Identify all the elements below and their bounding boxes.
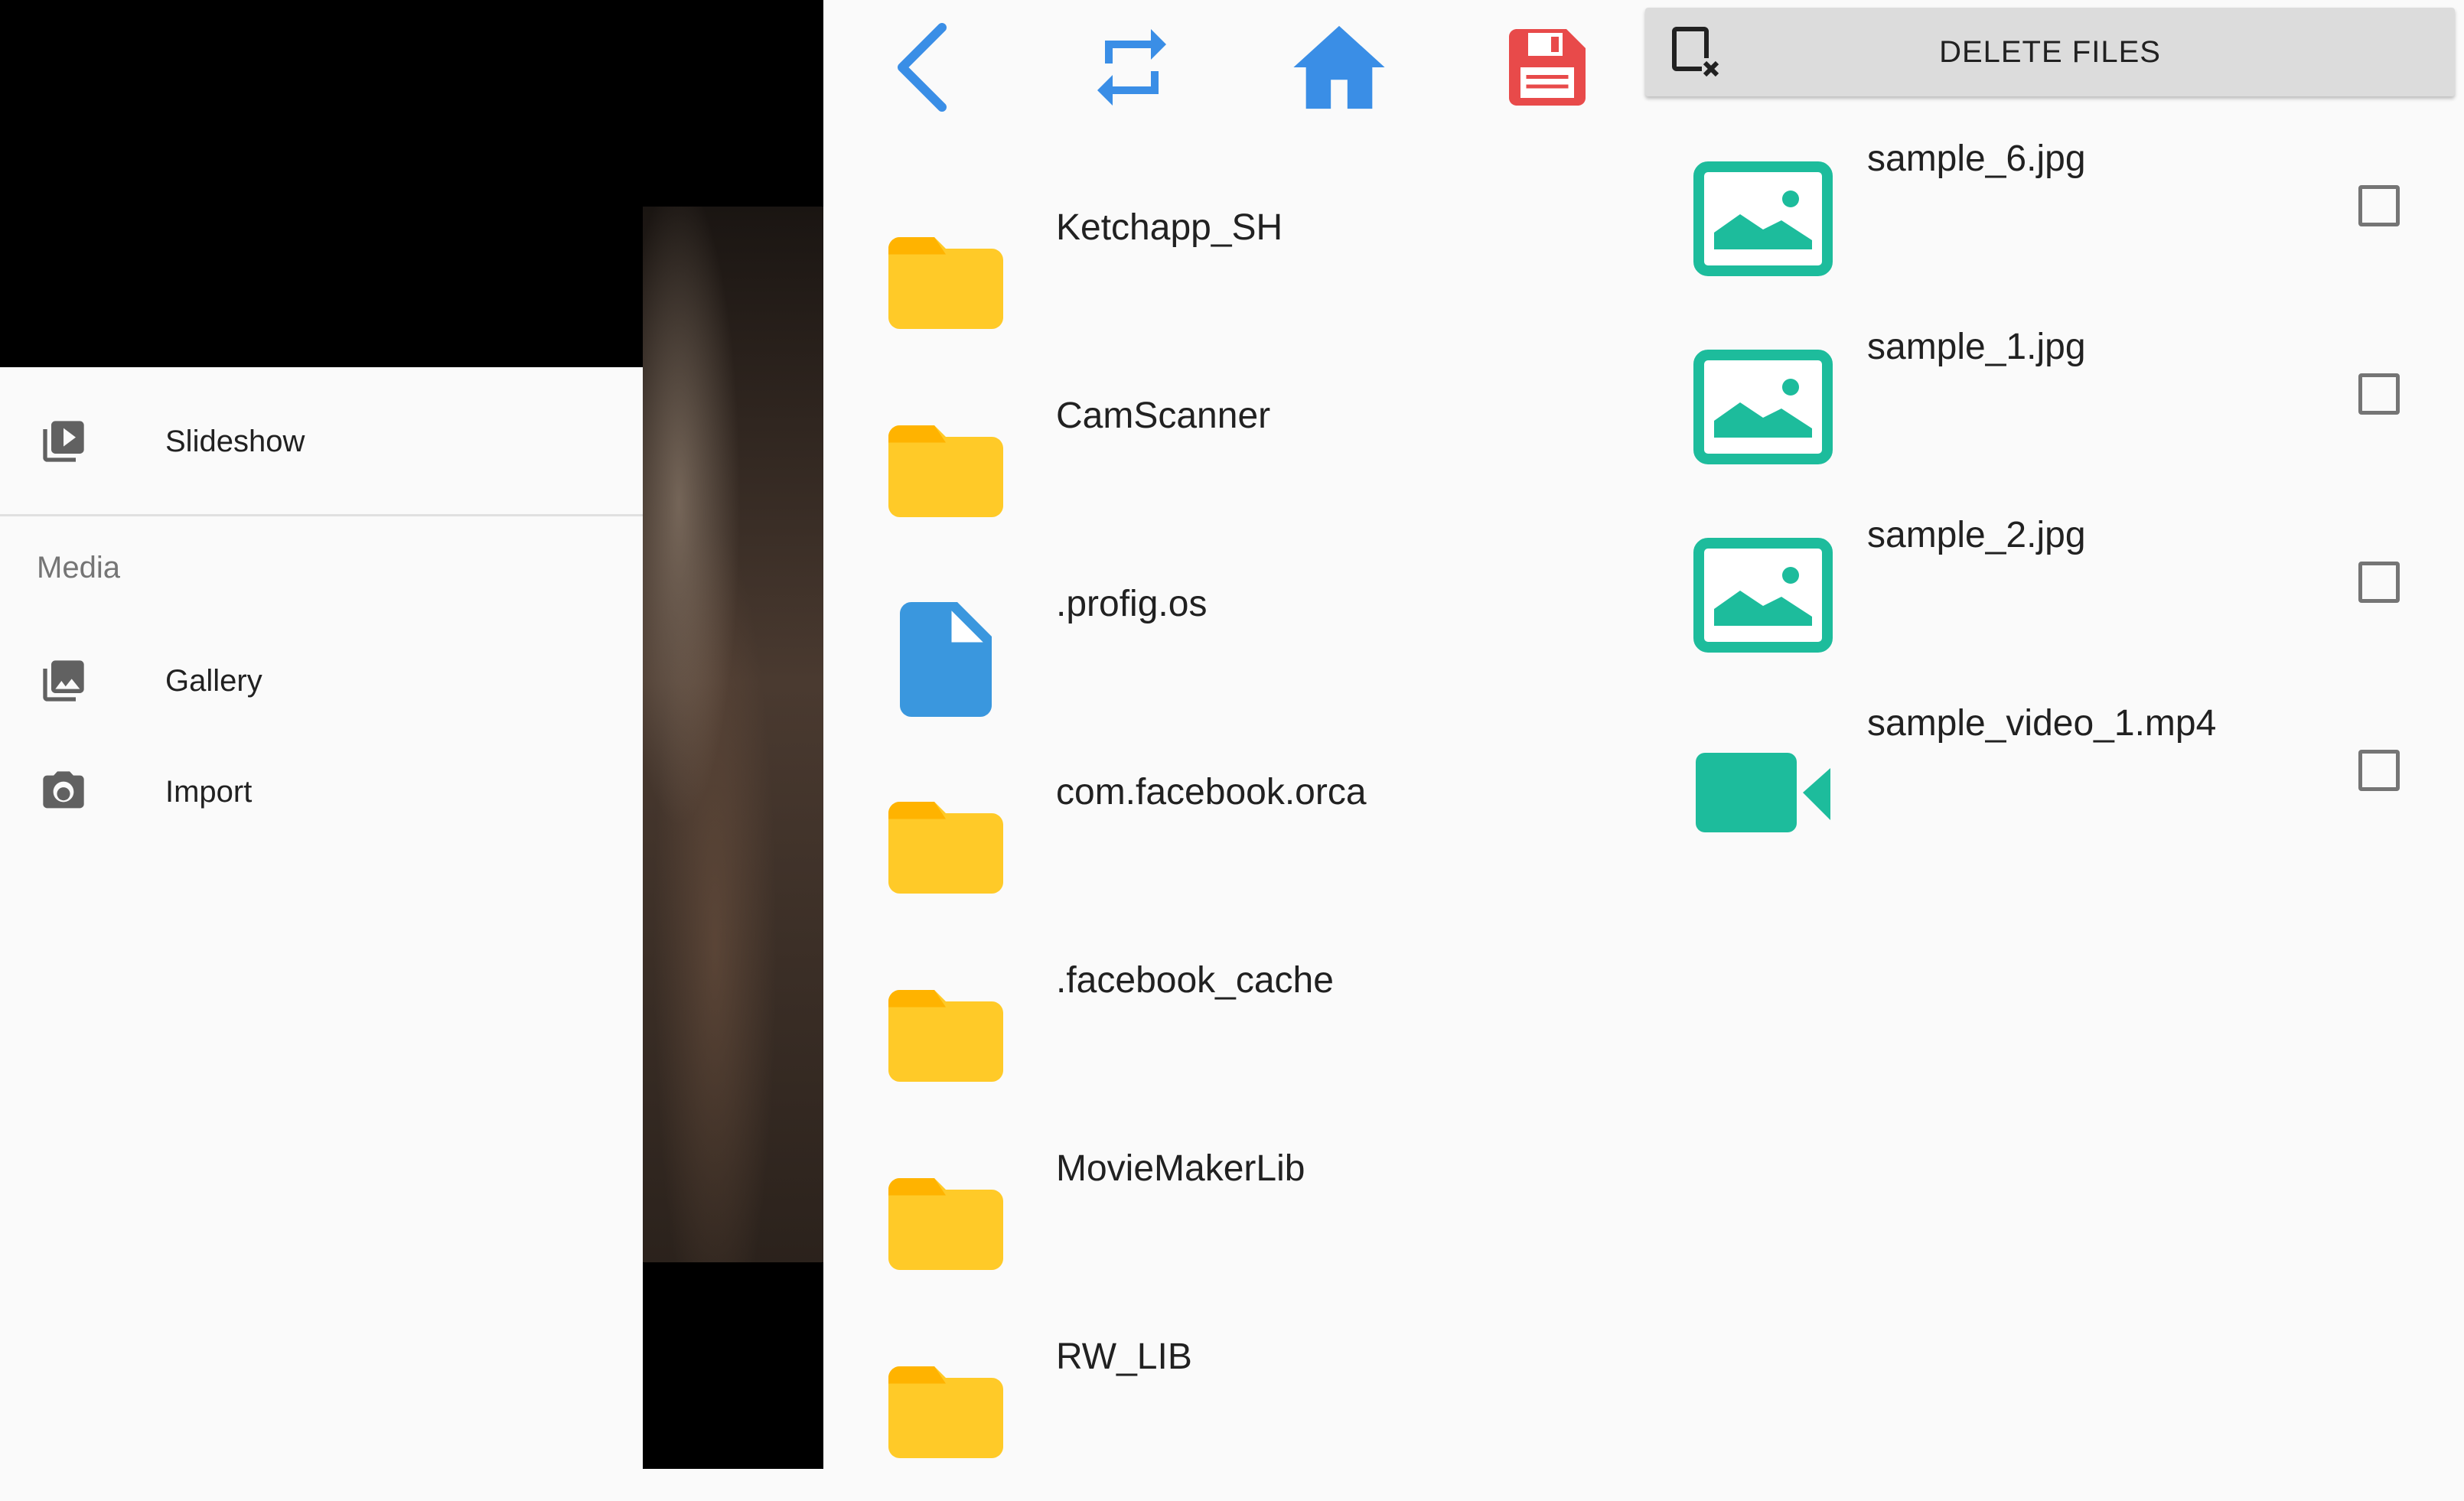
delete-files-label: DELETE FILES: [1939, 35, 2161, 69]
drawer-item-slideshow[interactable]: Slideshow: [0, 396, 643, 487]
file-list-item[interactable]: sample_video_1.mp4: [1638, 687, 2464, 875]
delete-panel: DELETE FILES sample_6.jpg sample_1.jpg s…: [1638, 0, 2464, 1469]
file-checkbox[interactable]: [2358, 750, 2400, 791]
drawer-item-gallery[interactable]: Gallery: [0, 635, 643, 727]
entry-name: Ketchapp_SH: [1056, 207, 1283, 248]
entry-name: CamScanner: [1056, 396, 1271, 436]
folder-row[interactable]: .facebook_cache: [823, 936, 1638, 1125]
folder-icon: [877, 1343, 1015, 1481]
folder-icon: [877, 1155, 1015, 1293]
folder-icon: [877, 402, 1015, 540]
entry-name: .profig.os: [1056, 584, 1208, 624]
file-name: sample_2.jpg: [1867, 515, 2086, 555]
folder-row[interactable]: MovieMakerLib: [823, 1125, 1638, 1313]
entry-name: MovieMakerLib: [1056, 1148, 1305, 1189]
folder-row[interactable]: com.facebook.orca: [823, 748, 1638, 936]
file-list-item[interactable]: sample_1.jpg: [1638, 311, 2464, 499]
slideshow-icon: [37, 415, 90, 468]
drawer-item-label: Gallery: [165, 663, 262, 698]
image-file-icon: [1693, 161, 1833, 277]
image-file-icon: [1693, 349, 1833, 465]
background-photo: [643, 207, 823, 1262]
file-row[interactable]: .profig.os: [823, 560, 1638, 748]
folder-row[interactable]: RW_LIB: [823, 1313, 1638, 1501]
folder-icon: [877, 214, 1015, 352]
refresh-icon: [1086, 21, 1178, 117]
save-icon: [1501, 21, 1593, 117]
drawer-item-label: Import: [165, 774, 253, 809]
file-name: sample_1.jpg: [1867, 327, 2086, 367]
camera-icon: [37, 765, 90, 819]
file-checkbox[interactable]: [2358, 373, 2400, 415]
entry-name: com.facebook.orca: [1056, 772, 1367, 812]
refresh-button[interactable]: [1078, 15, 1185, 122]
home-icon: [1289, 21, 1389, 117]
delete-files-button[interactable]: DELETE FILES: [1645, 8, 2455, 96]
folder-icon: [877, 967, 1015, 1105]
gallery-icon: [37, 654, 90, 708]
file-name: sample_video_1.mp4: [1867, 703, 2217, 744]
video-file-icon: [1693, 725, 1833, 842]
entry-name: RW_LIB: [1056, 1337, 1192, 1377]
entry-name: .facebook_cache: [1056, 960, 1334, 1001]
folder-icon: [877, 779, 1015, 917]
navigation-drawer: Slideshow Media Gallery Import: [0, 367, 643, 1469]
folder-row[interactable]: CamScanner: [823, 372, 1638, 560]
home-button[interactable]: [1286, 15, 1393, 122]
back-icon: [888, 21, 957, 117]
file-list-item[interactable]: sample_2.jpg: [1638, 499, 2464, 687]
file-list-item[interactable]: sample_6.jpg: [1638, 122, 2464, 311]
drawer-item-label: Slideshow: [165, 424, 305, 458]
drawer-divider: [0, 514, 643, 516]
folder-row[interactable]: Ketchapp_SH: [823, 184, 1638, 372]
file-checkbox[interactable]: [2358, 562, 2400, 603]
drawer-item-import[interactable]: Import: [0, 746, 643, 838]
back-button[interactable]: [869, 15, 976, 122]
file-checkbox[interactable]: [2358, 185, 2400, 226]
file-icon: [877, 591, 1015, 728]
file-browser: Ketchapp_SH CamScanner .profig.os com.fa…: [823, 0, 1638, 1469]
file-name: sample_6.jpg: [1867, 138, 2086, 179]
drawer-section-header: Media: [37, 551, 120, 584]
image-file-icon: [1693, 537, 1833, 653]
save-button[interactable]: [1494, 15, 1601, 122]
